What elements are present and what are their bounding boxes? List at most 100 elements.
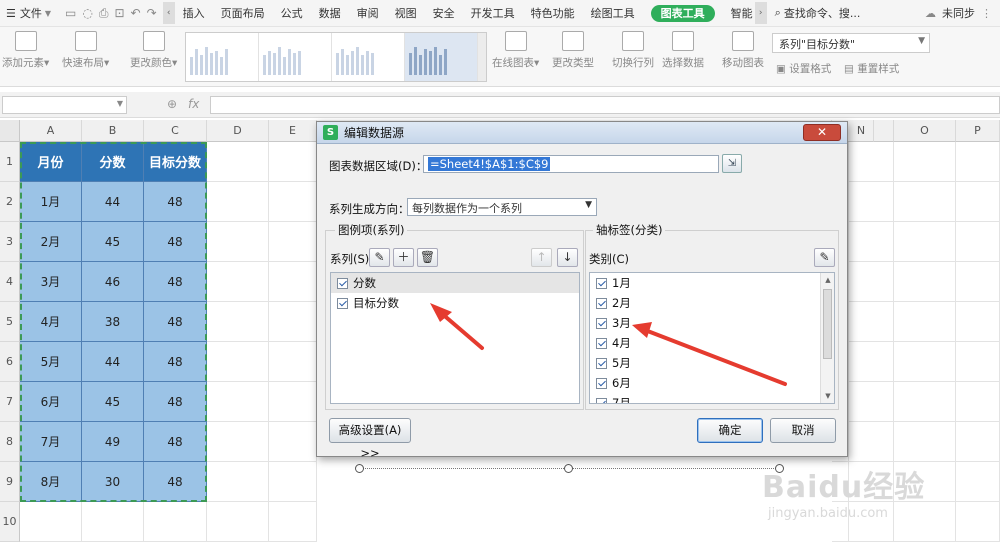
select-data-button[interactable]: 选择数据: [662, 31, 704, 70]
chart-style-thumb[interactable]: [186, 33, 260, 81]
category-list-item[interactable]: 3月: [590, 313, 834, 333]
grid-cell[interactable]: [956, 222, 1000, 262]
row-header[interactable]: 3: [0, 222, 20, 262]
table-cell[interactable]: 46: [82, 262, 144, 302]
fx-icon[interactable]: fx: [188, 97, 199, 111]
scrollbar-thumb[interactable]: [823, 289, 832, 359]
table-cell[interactable]: 44: [82, 182, 144, 222]
table-cell[interactable]: 48: [144, 422, 207, 462]
tab-page-layout[interactable]: 页面布局: [213, 5, 273, 21]
chart-style-thumb-selected[interactable]: [405, 33, 479, 81]
grid-cell[interactable]: [894, 222, 956, 262]
grid-cell[interactable]: [20, 502, 82, 542]
grid-cell[interactable]: [269, 182, 317, 222]
name-box[interactable]: ▼: [2, 96, 127, 114]
grid-cell[interactable]: [269, 342, 317, 382]
category-list[interactable]: 1月 2月 3月 4月 5月 6月 7月 ▲ ▼: [589, 272, 835, 404]
tab-data[interactable]: 数据: [311, 5, 349, 21]
grid-cell[interactable]: [207, 462, 269, 502]
edit-categories-button[interactable]: ✎: [814, 248, 835, 267]
checkbox[interactable]: [596, 357, 607, 369]
chart-style-gallery[interactable]: [185, 32, 487, 82]
ok-button[interactable]: 确定: [697, 418, 763, 443]
tab-security[interactable]: 安全: [425, 5, 463, 21]
set-format-button[interactable]: ▣ 设置格式: [776, 61, 831, 76]
sync-status[interactable]: 未同步: [942, 5, 975, 21]
quick-layout-button[interactable]: 快速布局▾: [62, 31, 109, 70]
table-cell[interactable]: 4月: [20, 302, 82, 342]
row-header[interactable]: 6: [0, 342, 20, 382]
column-header[interactable]: P: [956, 120, 1000, 142]
formula-input[interactable]: [210, 96, 1000, 114]
grid-cell[interactable]: [956, 382, 1000, 422]
row-header[interactable]: 8: [0, 422, 20, 462]
tab-formulas[interactable]: 公式: [273, 5, 311, 21]
tab-drawing-tools[interactable]: 绘图工具: [583, 5, 643, 21]
category-list-item[interactable]: 6月: [590, 373, 834, 393]
chart-style-thumb[interactable]: [259, 33, 333, 81]
column-header[interactable]: C: [144, 120, 207, 142]
checkbox[interactable]: [596, 377, 607, 389]
tab-scroll-left-button[interactable]: ‹: [162, 2, 175, 24]
dialog-titlebar[interactable]: S 编辑数据源 ✕: [317, 122, 847, 144]
table-cell[interactable]: 48: [144, 182, 207, 222]
category-list-item[interactable]: 4月: [590, 333, 834, 353]
grid-cell[interactable]: [207, 342, 269, 382]
change-color-button[interactable]: 更改颜色▾: [130, 31, 177, 70]
checkbox[interactable]: [596, 337, 607, 349]
table-cell[interactable]: 48: [144, 302, 207, 342]
grid-cell[interactable]: [269, 302, 317, 342]
grid-cell[interactable]: [82, 502, 144, 542]
select-all-corner[interactable]: [0, 120, 20, 142]
table-cell[interactable]: 3月: [20, 262, 82, 302]
grid-cell[interactable]: [849, 422, 894, 462]
grid-cell[interactable]: [894, 462, 956, 502]
grid-cell[interactable]: [849, 462, 894, 502]
grid-cell[interactable]: [849, 502, 894, 542]
table-cell[interactable]: 48: [144, 262, 207, 302]
row-header[interactable]: 4: [0, 262, 20, 302]
table-cell[interactable]: 6月: [20, 382, 82, 422]
advanced-settings-button[interactable]: 高级设置(A) >>: [329, 418, 411, 460]
grid-cell[interactable]: [269, 262, 317, 302]
grid-cell[interactable]: [832, 462, 849, 502]
table-cell[interactable]: 1月: [20, 182, 82, 222]
table-cell[interactable]: 48: [144, 222, 207, 262]
cloud-icon[interactable]: ◌: [82, 6, 92, 21]
grid-cell[interactable]: [849, 382, 894, 422]
column-header[interactable]: A: [20, 120, 82, 142]
row-header[interactable]: 1: [0, 142, 20, 182]
zoom-icon[interactable]: ⊕: [167, 97, 177, 111]
tab-scroll-right-button[interactable]: ›: [754, 2, 767, 24]
grid-cell[interactable]: [894, 422, 956, 462]
more-icon[interactable]: ⋮: [981, 7, 992, 20]
series-direction-select[interactable]: 每列数据作为一个系列 ▼: [407, 198, 597, 216]
print-icon[interactable]: ⎙: [99, 6, 109, 21]
row-header[interactable]: 2: [0, 182, 20, 222]
tab-chart-tools[interactable]: 图表工具: [650, 5, 715, 22]
grid-cell[interactable]: [849, 302, 894, 342]
grid-cell[interactable]: [207, 142, 269, 182]
preview-icon[interactable]: ⊡: [114, 6, 124, 21]
grid-cell[interactable]: [269, 462, 317, 502]
tab-smart[interactable]: 智能: [723, 5, 755, 21]
checkbox[interactable]: [337, 297, 348, 309]
column-header[interactable]: B: [82, 120, 144, 142]
table-cell[interactable]: 5月: [20, 342, 82, 382]
move-down-button[interactable]: ↓: [557, 248, 578, 267]
gallery-scroll[interactable]: [478, 33, 486, 81]
grid-cell[interactable]: [832, 502, 849, 542]
cancel-button[interactable]: 取消: [770, 418, 836, 443]
table-cell[interactable]: 48: [144, 462, 207, 502]
change-type-button[interactable]: 更改类型: [552, 31, 594, 70]
grid-cell[interactable]: [956, 462, 1000, 502]
command-search[interactable]: ⌕ 查找命令、搜...: [767, 5, 869, 21]
category-list-item[interactable]: 5月: [590, 353, 834, 373]
collapse-dialog-button[interactable]: ⇲: [722, 154, 742, 173]
row-header[interactable]: 7: [0, 382, 20, 422]
chart-resize-handle[interactable]: [775, 464, 784, 473]
table-cell[interactable]: 30: [82, 462, 144, 502]
row-header[interactable]: 10: [0, 502, 20, 542]
tab-review[interactable]: 审阅: [349, 5, 387, 21]
grid-cell[interactable]: [894, 382, 956, 422]
